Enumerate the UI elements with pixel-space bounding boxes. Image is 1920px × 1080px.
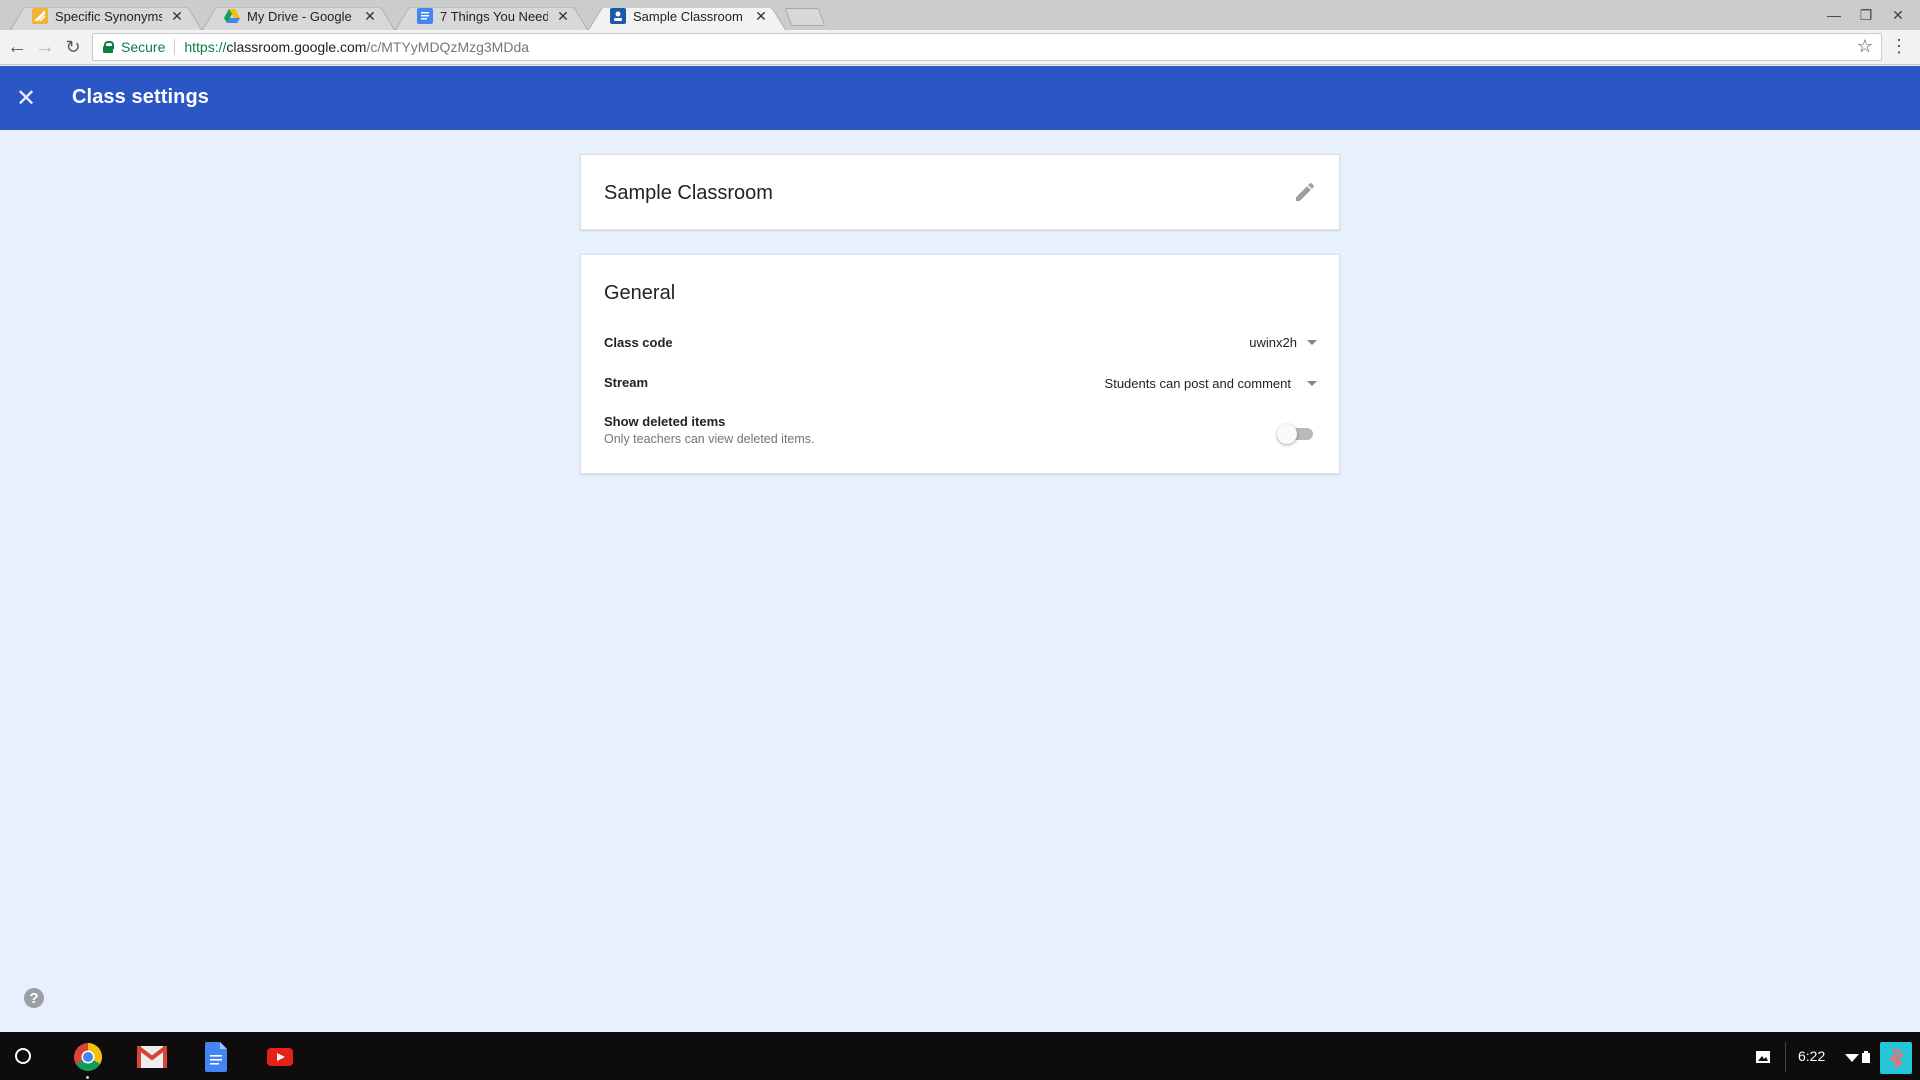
tab-google-drive[interactable]: My Drive - Google Drive ✕ [202,2,395,31]
tab-close-icon[interactable]: ✕ [363,8,377,25]
stream-dropdown[interactable]: Students can post and comment [1105,376,1317,391]
class-name: Sample Classroom [604,182,773,204]
class-code-label: Class code [604,335,673,350]
security-label: Secure [121,39,166,55]
os-shelf: 6:22 [0,1032,1920,1080]
close-settings-button[interactable]: ✕ [12,84,40,112]
tab-close-icon[interactable]: ✕ [556,8,570,25]
page-title: Class settings [72,86,210,108]
tab-close-icon[interactable]: ✕ [754,8,768,25]
help-icon[interactable]: ? [24,988,44,1008]
gmail-app-icon[interactable] [136,1041,168,1073]
app-header: ✕ Class settings [0,66,1920,130]
window-close-button[interactable]: ✕ [1882,4,1914,26]
tab-sample-classroom[interactable]: Sample Classroom 1 ✕ [588,2,786,31]
google-docs-app-icon[interactable] [200,1041,232,1073]
class-code-dropdown[interactable]: uwinx2h [1249,335,1317,350]
battery-icon[interactable] [1850,1041,1882,1073]
url-host: classroom.google.com [226,39,367,55]
window-controls: — ❐ ✕ [1818,4,1914,26]
tab-title: Specific Synonyms, Spec [55,8,162,24]
google-docs-favicon-icon [417,8,433,24]
tab-title: My Drive - Google Drive [247,8,355,24]
browser-toolbar: ← → ↻ Secure https:// classroom.google.c… [0,30,1920,65]
app-launcher-button[interactable] [15,1048,31,1064]
chrome-app-icon[interactable] [72,1041,104,1073]
tab-thesaurus[interactable]: Specific Synonyms, Spec ✕ [10,2,202,31]
forward-button[interactable]: → [32,34,58,60]
show-deleted-description: Only teachers can view deleted items. [604,432,815,446]
screenshot-tray-icon[interactable] [1747,1041,1779,1073]
class-code-value: uwinx2h [1249,335,1297,350]
user-avatar[interactable] [1880,1042,1912,1074]
class-name-card: Sample Classroom [580,154,1340,230]
classroom-favicon-icon [610,8,626,24]
show-deleted-toggle[interactable] [1277,424,1315,444]
new-tab-button[interactable] [784,8,826,26]
address-bar[interactable]: Secure https:// classroom.google.com /c/… [92,33,1882,61]
thesaurus-favicon-icon [32,8,48,24]
lock-icon [103,41,114,53]
toggle-thumb [1277,424,1297,444]
chevron-down-icon [1307,340,1317,345]
tab-google-doc[interactable]: 7 Things You Need to Kn ✕ [395,2,588,31]
restore-button[interactable]: ❐ [1850,4,1882,26]
google-drive-favicon-icon [224,8,240,24]
reload-button[interactable]: ↻ [60,34,86,60]
running-indicator [86,1076,89,1079]
youtube-app-icon[interactable] [264,1041,296,1073]
tab-strip: Specific Synonyms, Spec ✕ My Drive - Goo… [0,0,1920,31]
chevron-down-icon [1307,381,1317,386]
clock[interactable]: 6:22 [1798,1048,1825,1064]
minimize-button[interactable]: — [1818,4,1850,26]
browser-menu-icon[interactable]: ⋮ [1890,37,1908,55]
bookmark-star-icon[interactable]: ☆ [1857,36,1873,57]
tab-close-icon[interactable]: ✕ [170,8,184,25]
tab-title: Sample Classroom 1 [633,8,746,24]
url-scheme: https:// [184,39,227,55]
stream-label: Stream [604,375,649,390]
show-deleted-label: Show deleted items [604,414,726,429]
stream-value: Students can post and comment [1104,376,1291,391]
general-settings-card: General Class code uwinx2h Stream Studen… [580,254,1340,474]
general-heading: General [604,282,676,304]
tab-title: 7 Things You Need to Kn [440,8,548,24]
back-button[interactable]: ← [4,34,30,60]
url-path: /c/MTYyMDQzMzg3MDda [366,39,530,55]
tray-divider [1785,1042,1786,1072]
omnibox-divider [174,39,176,55]
edit-pencil-icon[interactable] [1293,180,1317,204]
